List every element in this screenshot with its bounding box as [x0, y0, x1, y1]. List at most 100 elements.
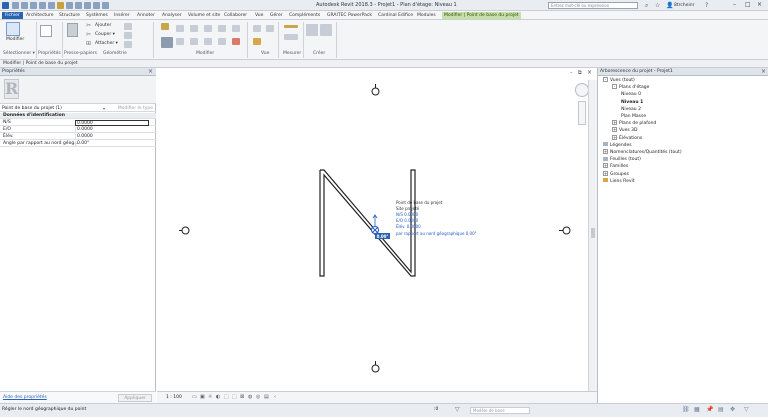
3d-view-icon[interactable] [84, 2, 91, 9]
move-icon[interactable] [161, 37, 173, 48]
expand-icon[interactable]: + [612, 120, 617, 126]
join-button[interactable]: Attacher ▾ [95, 41, 118, 46]
tab-collaborer[interactable]: Collaborer [224, 12, 247, 19]
tab-fichier[interactable]: Fichier [2, 12, 23, 19]
measure-panel-label[interactable]: Mesurer [283, 51, 301, 56]
browser-node[interactable]: Niveau 2 [621, 106, 641, 113]
collapse-icon[interactable]: - [603, 77, 608, 82]
base-point-elev[interactable]: Élév. 0.0000 [396, 224, 421, 230]
browser-node[interactable]: - Vues (tout) [603, 77, 635, 84]
add-button[interactable]: Ajouter [95, 23, 111, 28]
browser-node[interactable]: - Plans d'étage [612, 84, 649, 91]
close-window-icon[interactable]: × [757, 1, 762, 8]
star-icon[interactable]: ☆ [655, 2, 660, 9]
property-value-input[interactable]: 0.0000 [75, 120, 149, 126]
expand-icon[interactable]: + [603, 163, 608, 169]
tab-annoter[interactable]: Annoter [137, 12, 155, 19]
browser-node[interactable]: Niveau 0 [621, 91, 641, 98]
redo-icon[interactable] [39, 2, 46, 9]
tab-analyser[interactable]: Analyser [162, 12, 182, 19]
tab-systemes[interactable]: Systèmes [86, 12, 108, 19]
constraints-icon[interactable]: ‹ [274, 394, 276, 400]
dimension-tool-icon[interactable] [284, 34, 298, 40]
collapse-icon[interactable]: - [612, 84, 617, 90]
pencil-icon[interactable] [253, 38, 261, 45]
tab-structure[interactable]: Structure [59, 12, 80, 19]
modify-panel-label[interactable]: Modifier [196, 51, 214, 56]
array-icon[interactable] [218, 25, 226, 32]
visual-style-icon[interactable]: ▣ [200, 394, 205, 400]
analytical-model-icon[interactable]: ▤ [264, 394, 269, 400]
split-icon[interactable] [204, 38, 212, 45]
select-underlay-icon[interactable]: ▦ [694, 406, 700, 413]
expand-icon[interactable]: + [603, 170, 608, 176]
filter-selection-icon[interactable]: ▽ [744, 406, 749, 413]
browser-node[interactable]: + Plans de plafond [612, 120, 656, 127]
design-option-select[interactable]: Modèle de base [470, 407, 530, 414]
dimension-icon[interactable] [66, 2, 73, 9]
rotate-icon[interactable] [190, 38, 198, 45]
modify-cursor-icon[interactable] [6, 22, 20, 36]
browser-node[interactable]: Feuilles (tout) [603, 156, 641, 163]
browser-node[interactable]: + Élévations [612, 134, 642, 142]
browser-node[interactable]: + Familles [603, 163, 628, 170]
tab-modules[interactable]: Modules [417, 12, 436, 19]
reveal-hidden-icon[interactable]: ◎ [256, 394, 260, 400]
sun-path-icon[interactable]: ☼ [208, 394, 212, 400]
text-icon[interactable] [75, 2, 82, 9]
lock-view-icon[interactable]: ⊠ [240, 394, 244, 400]
clipboard-panel-label[interactable]: Presse-papiers [64, 51, 97, 56]
vertical-scrollbar[interactable] [588, 80, 597, 391]
mirror-icon[interactable] [190, 25, 198, 32]
join-icon[interactable]: ⊞ [86, 40, 91, 47]
property-value-input[interactable]: 0.0000 [75, 127, 149, 133]
properties-help-link[interactable]: Aide des propriétés [3, 395, 47, 400]
cope-icon[interactable]: ✂ [86, 22, 91, 29]
revit-logo-icon[interactable] [2, 2, 9, 9]
detail-level-icon[interactable]: ▭ [192, 394, 197, 400]
modify-button[interactable]: Modifier [6, 37, 24, 42]
workset-zero[interactable]: :0 [434, 407, 438, 412]
crop-view-icon[interactable]: ⬚ [224, 394, 229, 400]
property-value-input[interactable]: 0.0000 [75, 134, 149, 140]
tab-inserer[interactable]: Insérer [114, 12, 130, 19]
measure-tool-icon[interactable] [284, 25, 298, 28]
browser-node[interactable]: + Nomenclatures/Quantités (tout) [603, 149, 682, 156]
show-crop-icon[interactable]: ⬚ [232, 394, 237, 400]
section-icon[interactable] [93, 2, 100, 9]
expand-icon[interactable]: + [603, 149, 608, 154]
apply-button[interactable]: Appliquer [118, 394, 152, 402]
view-scale[interactable]: 1 : 100 [166, 395, 182, 400]
create-assembly-icon[interactable] [306, 24, 318, 36]
property-section[interactable]: Données d'identification [0, 113, 156, 119]
select-by-face-icon[interactable]: ▤ [718, 406, 724, 413]
measure-icon[interactable] [57, 2, 64, 9]
base-point-angle[interactable]: par rapport au nord géographique 0.00° [396, 231, 477, 237]
trim-icon[interactable] [204, 25, 212, 32]
instance-filter[interactable]: Point de base du projet (1) ▾ Modifier l… [0, 105, 156, 112]
search-input[interactable]: Entrez mot-clé ou expression [548, 2, 638, 9]
view-panel-label[interactable]: Vue [261, 51, 269, 56]
override-graphics-icon[interactable] [253, 25, 261, 32]
type-selector[interactable]: R [0, 76, 156, 104]
user-name[interactable]: 8trcheinr [674, 3, 694, 8]
chevron-down-icon[interactable]: ▾ [103, 105, 105, 112]
cut-icon[interactable]: ✂ [86, 31, 91, 38]
expand-icon[interactable]: + [612, 127, 617, 133]
tab-complements[interactable]: Compléments [289, 12, 320, 19]
copy-icon[interactable] [176, 38, 184, 45]
split-face-icon[interactable] [124, 41, 132, 48]
save-icon[interactable] [21, 2, 28, 9]
create-parts-icon[interactable] [320, 24, 332, 36]
help-icon[interactable]: ? [705, 2, 708, 9]
browser-node[interactable]: Liens Revit [603, 178, 635, 185]
tab-modifier-point-de-base[interactable]: Modifier | Point de base du projet [442, 12, 521, 19]
delete-icon[interactable] [232, 38, 240, 45]
angle-edit-field[interactable]: 0.00° [375, 233, 390, 239]
expand-icon[interactable]: + [612, 134, 617, 140]
paste-icon[interactable] [67, 23, 78, 37]
scale-icon[interactable] [218, 38, 226, 45]
user-icon[interactable]: 👤 [666, 2, 673, 9]
print-icon[interactable] [48, 2, 55, 9]
offset-icon[interactable] [176, 25, 184, 32]
